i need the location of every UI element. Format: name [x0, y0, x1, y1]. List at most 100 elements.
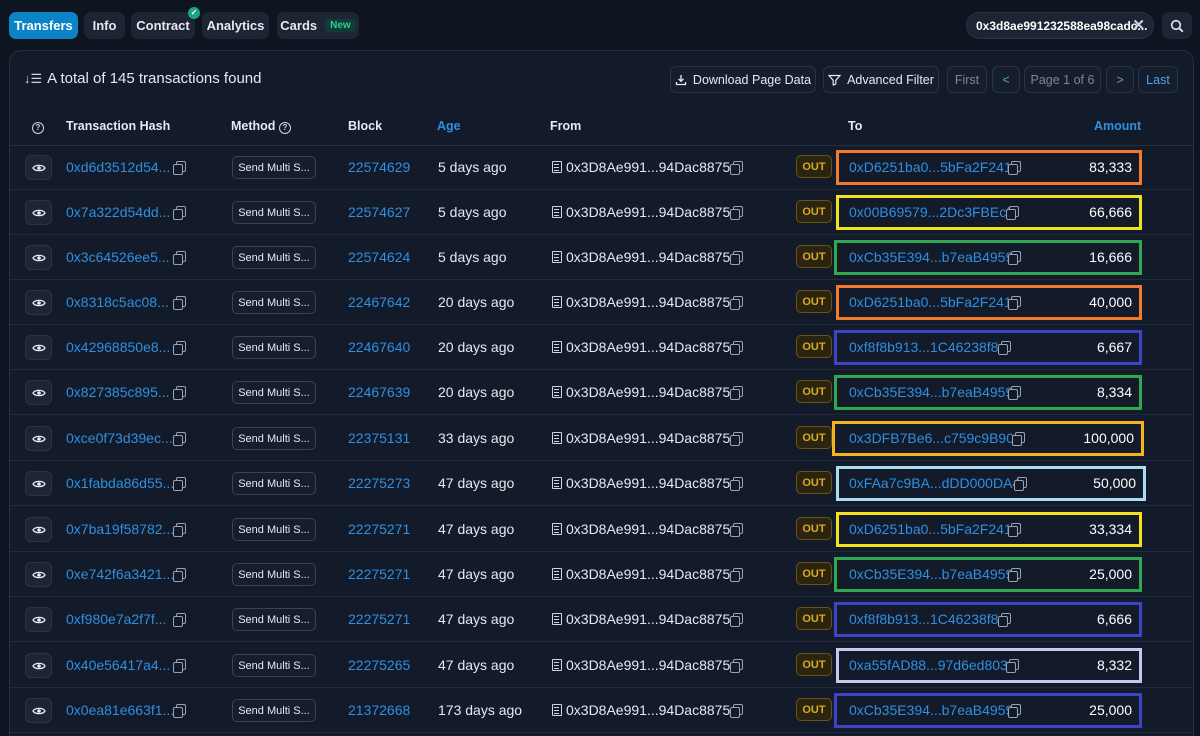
from-address-text[interactable]: 0x3D8Ae991...94Dac8875 — [566, 566, 730, 582]
to-address-link[interactable]: 0xf8f8b913...1C46238f8 — [849, 339, 998, 355]
copy-icon[interactable] — [1008, 568, 1021, 582]
next-page-button[interactable]: > — [1106, 66, 1134, 93]
block-link[interactable]: 21372668 — [348, 702, 410, 718]
copy-icon[interactable] — [1006, 659, 1019, 673]
copy-icon[interactable] — [173, 432, 186, 446]
copy-icon[interactable] — [1014, 477, 1027, 491]
from-address-text[interactable]: 0x3D8Ae991...94Dac8875 — [566, 339, 730, 355]
copy-icon[interactable] — [173, 613, 186, 627]
copy-icon[interactable] — [173, 523, 186, 537]
copy-icon[interactable] — [173, 206, 186, 220]
transaction-hash-link[interactable]: 0xd6d3512d54... — [66, 159, 170, 175]
block-link[interactable]: 22275271 — [348, 566, 410, 582]
col-amount[interactable]: Amount — [1094, 119, 1141, 133]
transaction-hash-link[interactable]: 0x1fabda86d55... — [66, 475, 174, 491]
tab-contract[interactable]: Contract ✓ — [131, 7, 200, 39]
block-link[interactable]: 22467642 — [348, 294, 410, 310]
from-address-text[interactable]: 0x3D8Ae991...94Dac8875 — [566, 249, 730, 265]
preview-button[interactable] — [25, 200, 52, 225]
copy-icon[interactable] — [1008, 161, 1021, 175]
transaction-hash-link[interactable]: 0x7a322d54dd... — [66, 204, 170, 220]
transaction-hash-link[interactable]: 0x8318c5ac08... — [66, 294, 169, 310]
copy-icon[interactable] — [173, 251, 186, 265]
copy-icon[interactable] — [1008, 296, 1021, 310]
to-address-link[interactable]: 0xFAa7c9BA...dDD000DA4 — [849, 475, 1020, 491]
copy-icon[interactable] — [730, 523, 743, 537]
block-link[interactable]: 22467639 — [348, 384, 410, 400]
tab-cards[interactable]: Cards New — [277, 12, 359, 39]
preview-button[interactable] — [25, 607, 52, 632]
copy-icon[interactable] — [730, 251, 743, 265]
preview-button[interactable] — [25, 562, 52, 587]
from-address-text[interactable]: 0x3D8Ae991...94Dac8875 — [566, 657, 730, 673]
preview-button[interactable] — [25, 335, 52, 360]
tab-transfers[interactable]: Transfers — [9, 12, 78, 39]
to-address-link[interactable]: 0xD6251ba0...5bFa2F241 — [849, 159, 1012, 175]
preview-button[interactable] — [25, 517, 52, 542]
copy-icon[interactable] — [173, 704, 186, 718]
block-link[interactable]: 22275271 — [348, 611, 410, 627]
copy-icon[interactable] — [730, 296, 743, 310]
copy-icon[interactable] — [730, 341, 743, 355]
block-link[interactable]: 22467640 — [348, 339, 410, 355]
prev-page-button[interactable]: < — [992, 66, 1020, 93]
copy-icon[interactable] — [173, 296, 186, 310]
preview-button[interactable] — [25, 653, 52, 678]
preview-button[interactable] — [25, 245, 52, 270]
help-icon[interactable]: ? — [32, 119, 44, 134]
sort-icon[interactable]: ↓☰ — [24, 71, 42, 87]
address-filter-pill[interactable]: 0x3d8ae991232588ea98cadc... ✕ — [966, 12, 1154, 39]
copy-icon[interactable] — [173, 161, 186, 175]
download-button[interactable]: Download Page Data — [670, 66, 816, 93]
from-address-text[interactable]: 0x3D8Ae991...94Dac8875 — [566, 294, 730, 310]
to-address-link[interactable]: 0xCb35E394...b7eaB4959 — [849, 249, 1013, 265]
close-icon[interactable]: ✕ — [1132, 16, 1145, 34]
transaction-hash-link[interactable]: 0x0ea81e663f1... — [66, 702, 174, 718]
to-address-link[interactable]: 0xD6251ba0...5bFa2F241 — [849, 521, 1012, 537]
copy-icon[interactable] — [173, 568, 186, 582]
to-address-link[interactable]: 0xCb35E394...b7eaB4959 — [849, 384, 1013, 400]
transaction-hash-link[interactable]: 0xe742f6a3421... — [66, 566, 174, 582]
copy-icon[interactable] — [1012, 432, 1025, 446]
from-address-text[interactable]: 0x3D8Ae991...94Dac8875 — [566, 521, 730, 537]
transaction-hash-link[interactable]: 0xce0f73d39ec... — [66, 430, 173, 446]
transaction-hash-link[interactable]: 0x40e56417a4... — [66, 657, 170, 673]
copy-icon[interactable] — [730, 659, 743, 673]
block-link[interactable]: 22275271 — [348, 521, 410, 537]
from-address-text[interactable]: 0x3D8Ae991...94Dac8875 — [566, 611, 730, 627]
copy-icon[interactable] — [730, 704, 743, 718]
block-link[interactable]: 22275273 — [348, 475, 410, 491]
copy-icon[interactable] — [173, 386, 186, 400]
copy-icon[interactable] — [730, 161, 743, 175]
from-address-text[interactable]: 0x3D8Ae991...94Dac8875 — [566, 159, 730, 175]
from-address-text[interactable]: 0x3D8Ae991...94Dac8875 — [566, 430, 730, 446]
transaction-hash-link[interactable]: 0x827385c895... — [66, 384, 170, 400]
from-address-text[interactable]: 0x3D8Ae991...94Dac8875 — [566, 384, 730, 400]
from-address-text[interactable]: 0x3D8Ae991...94Dac8875 — [566, 702, 730, 718]
copy-icon[interactable] — [730, 432, 743, 446]
copy-icon[interactable] — [730, 206, 743, 220]
from-address-text[interactable]: 0x3D8Ae991...94Dac8875 — [566, 204, 730, 220]
to-address-link[interactable]: 0xa55fAD88...97d6ed803 — [849, 657, 1008, 673]
block-link[interactable]: 22574629 — [348, 159, 410, 175]
copy-icon[interactable] — [173, 477, 186, 491]
preview-button[interactable] — [25, 290, 52, 315]
to-address-link[interactable]: 0x3DFB7Be6...c759c9B90 — [849, 430, 1014, 446]
block-link[interactable]: 22375131 — [348, 430, 410, 446]
copy-icon[interactable] — [730, 568, 743, 582]
copy-icon[interactable] — [1008, 523, 1021, 537]
first-page-button[interactable]: First — [947, 66, 987, 93]
transaction-hash-link[interactable]: 0x42968850e8... — [66, 339, 170, 355]
to-address-link[interactable]: 0xCb35E394...b7eaB4959 — [849, 702, 1013, 718]
transaction-hash-link[interactable]: 0x3c64526ee5... — [66, 249, 170, 265]
block-link[interactable]: 22574627 — [348, 204, 410, 220]
copy-icon[interactable] — [730, 386, 743, 400]
to-address-link[interactable]: 0xD6251ba0...5bFa2F241 — [849, 294, 1012, 310]
copy-icon[interactable] — [1006, 206, 1019, 220]
tab-analytics[interactable]: Analytics — [202, 12, 269, 39]
transaction-hash-link[interactable]: 0xf980e7a2f7f... — [66, 611, 166, 627]
to-address-link[interactable]: 0xf8f8b913...1C46238f8 — [849, 611, 998, 627]
from-address-text[interactable]: 0x3D8Ae991...94Dac8875 — [566, 475, 730, 491]
advanced-filter-button[interactable]: Advanced Filter — [823, 66, 939, 93]
block-link[interactable]: 22275265 — [348, 657, 410, 673]
